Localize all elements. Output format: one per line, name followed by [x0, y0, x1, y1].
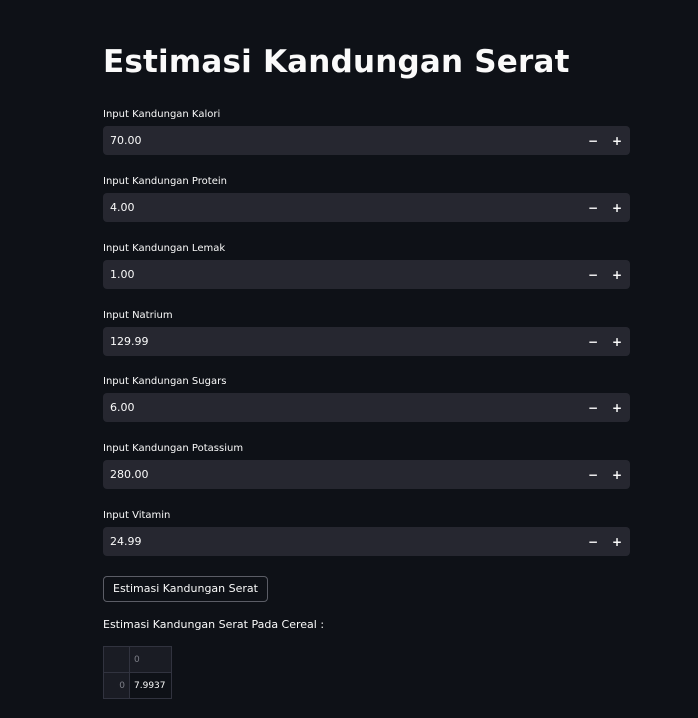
increment-button[interactable]: +: [605, 527, 629, 556]
fat-input[interactable]: [103, 260, 581, 289]
decrement-button[interactable]: −: [581, 126, 605, 155]
page-title: Estimasi Kandungan Serat: [103, 44, 570, 80]
increment-button[interactable]: +: [605, 260, 629, 289]
result-label: Estimasi Kandungan Serat Pada Cereal :: [103, 618, 325, 631]
sugars-input[interactable]: [103, 393, 581, 422]
field-label: Input Kandungan Kalori: [103, 109, 221, 120]
vitamin-input[interactable]: [103, 527, 581, 556]
table-header-row: 0: [103, 646, 172, 673]
increment-button[interactable]: +: [605, 393, 629, 422]
number-input: − +: [103, 327, 630, 356]
increment-button[interactable]: +: [605, 327, 629, 356]
potassium-input[interactable]: [103, 460, 581, 489]
number-input: − +: [103, 460, 630, 489]
field-label: Input Natrium: [103, 310, 173, 321]
number-input: − +: [103, 193, 630, 222]
decrement-button[interactable]: −: [581, 193, 605, 222]
decrement-button[interactable]: −: [581, 460, 605, 489]
estimate-button[interactable]: Estimasi Kandungan Serat: [103, 576, 268, 602]
row-index: 0: [103, 672, 130, 699]
field-label: Input Kandungan Potassium: [103, 443, 244, 454]
calories-input[interactable]: [103, 126, 581, 155]
number-input: − +: [103, 393, 630, 422]
field-label: Input Vitamin: [103, 510, 171, 521]
result-table: 0 0 7.9937: [103, 646, 172, 699]
increment-button[interactable]: +: [605, 460, 629, 489]
number-input: − +: [103, 126, 630, 155]
field-fat: Input Kandungan Lemak − +: [103, 242, 630, 289]
field-label: Input Kandungan Lemak: [103, 243, 226, 254]
decrement-button[interactable]: −: [581, 260, 605, 289]
app-root: Estimasi Kandungan Serat Input Kandungan…: [0, 0, 698, 718]
protein-input[interactable]: [103, 193, 581, 222]
field-sugars: Input Kandungan Sugars − +: [103, 375, 630, 422]
number-input: − +: [103, 260, 630, 289]
column-header: 0: [129, 646, 172, 673]
increment-button[interactable]: +: [605, 193, 629, 222]
field-protein: Input Kandungan Protein − +: [103, 175, 630, 222]
field-sodium: Input Natrium − +: [103, 309, 630, 356]
field-calories: Input Kandungan Kalori − +: [103, 108, 630, 155]
number-input: − +: [103, 527, 630, 556]
table-cell: 7.9937: [129, 672, 172, 699]
decrement-button[interactable]: −: [581, 327, 605, 356]
decrement-button[interactable]: −: [581, 393, 605, 422]
index-header-cell: [103, 646, 130, 673]
field-label: Input Kandungan Protein: [103, 176, 227, 187]
field-label: Input Kandungan Sugars: [103, 376, 227, 387]
decrement-button[interactable]: −: [581, 527, 605, 556]
sodium-input[interactable]: [103, 327, 581, 356]
table-row: 0 7.9937: [103, 672, 172, 699]
field-vitamin: Input Vitamin − +: [103, 509, 630, 556]
field-potassium: Input Kandungan Potassium − +: [103, 442, 630, 489]
increment-button[interactable]: +: [605, 126, 629, 155]
